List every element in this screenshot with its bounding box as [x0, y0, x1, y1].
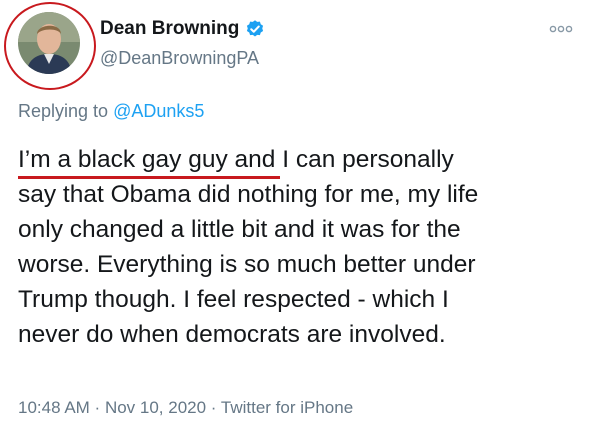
user-handle[interactable]: @DeanBrowningPA	[100, 48, 259, 69]
avatar-photo	[18, 12, 80, 74]
tweet-date[interactable]: Nov 10, 2020	[105, 398, 206, 417]
display-name[interactable]: Dean Browning	[100, 18, 239, 40]
tweet-metadata: 10:48 AM · Nov 10, 2020 · Twitter for iP…	[18, 398, 353, 418]
meta-separator: ·	[89, 398, 105, 417]
reply-mention-link[interactable]: @ADunks5	[113, 101, 204, 121]
meta-separator: ·	[206, 398, 221, 417]
replying-to-line: Replying to @ADunks5	[18, 101, 204, 122]
avatar-container[interactable]	[4, 2, 96, 90]
tweet-time[interactable]: 10:48 AM	[18, 398, 90, 417]
replying-to-label: Replying to	[18, 101, 114, 121]
tweet-source[interactable]: Twitter for iPhone	[221, 398, 353, 417]
author-name-row: Dean Browning	[100, 18, 265, 40]
tweet-card: Dean Browning @DeanBrowningPA Replying t…	[0, 0, 589, 430]
tweet-text: I’m a black gay guy and I can personally…	[18, 146, 479, 348]
more-options-icon[interactable]	[549, 22, 573, 34]
red-underline-annotation	[18, 176, 280, 179]
verified-badge-icon	[245, 19, 265, 39]
avatar[interactable]	[18, 12, 80, 74]
